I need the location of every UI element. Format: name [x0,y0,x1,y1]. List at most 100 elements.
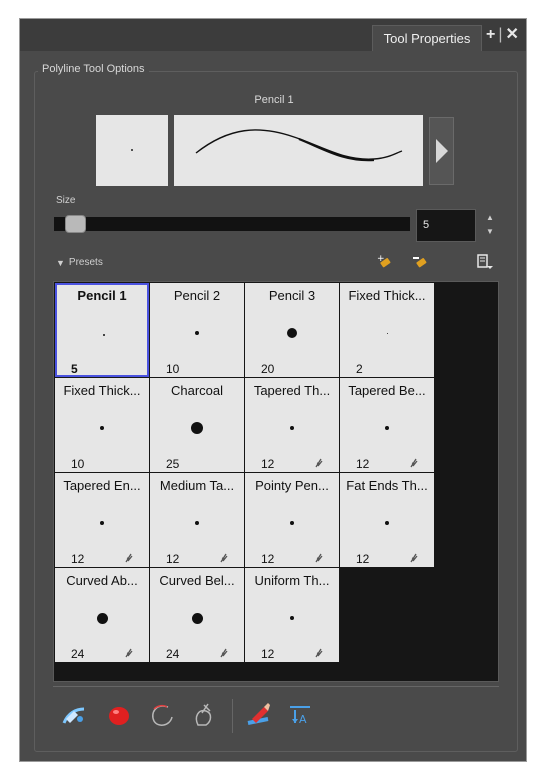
preset-brush-dot [290,521,294,525]
preset-size: 12 [261,647,275,661]
preset-brush-dot [195,331,199,335]
divider [53,686,499,687]
preset-brush-dot [385,426,389,430]
preset-item[interactable]: Charcoal 25 [150,378,244,472]
auto-close-gap-icon[interactable] [148,701,176,729]
preset-item[interactable]: Tapered Th... 12 [245,378,339,472]
size-slider-handle[interactable] [64,215,86,233]
presets-list[interactable]: Pencil 1 5 Pencil 2 10 Pencil 3 20 Fixed Thick… [53,281,499,682]
pressure-pen-icon [220,648,228,658]
preset-name: Fixed Thick... [63,383,141,398]
new-brush-preset-icon[interactable]: + [376,254,394,270]
preset-size: 12 [261,457,275,471]
preset-size: 2 [356,362,363,376]
preset-name: Tapered Th... [253,383,331,398]
preset-item[interactable]: Fat Ends Th... 12 [340,473,434,567]
preset-size: 24 [166,647,180,661]
current-preset-name: Pencil 1 [254,94,294,106]
auto-fill-icon[interactable] [190,701,218,729]
preset-size: 12 [356,457,370,471]
preset-name: Pencil 3 [268,288,316,303]
presets-grid: Pencil 1 5 Pencil 2 10 Pencil 3 20 Fixed Thick… [55,283,434,662]
toolbar-separator [232,699,233,733]
preset-size: 10 [166,362,180,376]
svg-text:A: A [299,713,307,726]
preset-item[interactable]: Pointy Pen... 12 [245,473,339,567]
preset-name: Pencil 1 [77,288,127,303]
preset-item[interactable]: Fixed Thick... 10 [55,378,149,472]
pressure-pen-icon [125,553,133,563]
preset-item[interactable]: Curved Ab... 24 [55,568,149,662]
preset-item[interactable]: Pencil 1 5 [55,283,149,377]
close-icon[interactable]: ✕ [506,27,519,43]
auto-flatten-icon[interactable] [60,701,88,729]
preset-size: 24 [71,647,85,661]
preset-item[interactable]: Medium Ta... 12 [150,473,244,567]
pressure-pen-icon [220,553,228,563]
rename-brush-preset-icon[interactable] [412,254,430,270]
spin-up-icon[interactable]: ▲ [486,213,494,222]
preset-size: 12 [166,552,180,566]
stroke-preview-curve [195,129,403,162]
preset-size: 12 [71,552,85,566]
brush-tip-preview [96,115,168,186]
preset-name: Curved Ab... [66,573,138,588]
preset-brush-dot [191,612,203,624]
pressure-pen-icon [315,648,323,658]
presets-header[interactable]: ▼ Presets [56,257,103,268]
pressure-pen-icon [410,553,418,563]
tool-properties-panel: Tool Properties + | ✕ Polyline Tool Opti… [19,18,527,762]
preset-brush-dot [195,521,199,525]
preset-item[interactable]: Pencil 2 10 [150,283,244,377]
pressure-pen-icon [315,458,323,468]
preset-size: 20 [261,362,275,376]
preset-item[interactable]: Uniform Th... 12 [245,568,339,662]
divider-icon: | [498,26,503,43]
preset-size: 10 [71,457,85,471]
preset-name: Pencil 2 [173,288,221,303]
preset-brush-dot [290,426,294,430]
preset-name: Fixed Thick... [348,288,426,303]
preset-item[interactable]: Pencil 3 20 [245,283,339,377]
preset-item[interactable]: Tapered En... 12 [55,473,149,567]
preset-name: Tapered En... [63,478,141,493]
pressure-pen-icon [315,553,323,563]
spin-down-icon[interactable]: ▼ [486,227,494,236]
preset-name: Fat Ends Th... [346,478,428,493]
pressure-pen-icon [410,458,418,468]
preset-item[interactable]: Curved Bel... 24 [150,568,244,662]
brush-tip-dot [131,149,133,151]
create-stroke-icon[interactable]: A [286,701,314,729]
preset-name: Tapered Be... [348,383,426,398]
chevron-down-icon: ▼ [56,257,65,268]
tool-options-toolbar: A [54,697,494,737]
group-title: Polyline Tool Options [38,63,149,75]
preset-size: 12 [356,552,370,566]
pressure-pen-icon [125,648,133,658]
paint-behind-icon[interactable] [244,701,272,729]
size-label: Size [56,195,76,206]
size-input[interactable]: 5 [416,209,476,242]
plus-icon[interactable]: + [486,27,495,43]
preset-brush-dot [191,422,203,434]
preset-brush-dot [103,334,105,336]
svg-text:+: + [377,254,385,264]
preset-name: Charcoal [170,383,224,398]
preset-brush-dot [385,521,389,525]
preset-item[interactable]: Tapered Be... 12 [340,378,434,472]
preset-size: 12 [261,552,275,566]
play-arrow-icon [435,139,448,163]
preset-name: Curved Bel... [159,573,235,588]
preset-menu-icon[interactable] [476,254,494,270]
expand-preview-button[interactable] [429,117,454,185]
create-colour-art-icon[interactable] [106,701,134,729]
preset-brush-dot [100,521,104,525]
presets-label: Presets [68,257,103,268]
preset-brush-dot [386,332,388,334]
tab-tool-properties[interactable]: Tool Properties [372,25,482,51]
preset-name: Pointy Pen... [255,478,329,493]
preset-item[interactable]: Fixed Thick... 2 [340,283,434,377]
preset-name: Uniform Th... [254,573,330,588]
size-slider[interactable] [54,217,410,231]
tab-controls: + | ✕ [486,27,519,43]
